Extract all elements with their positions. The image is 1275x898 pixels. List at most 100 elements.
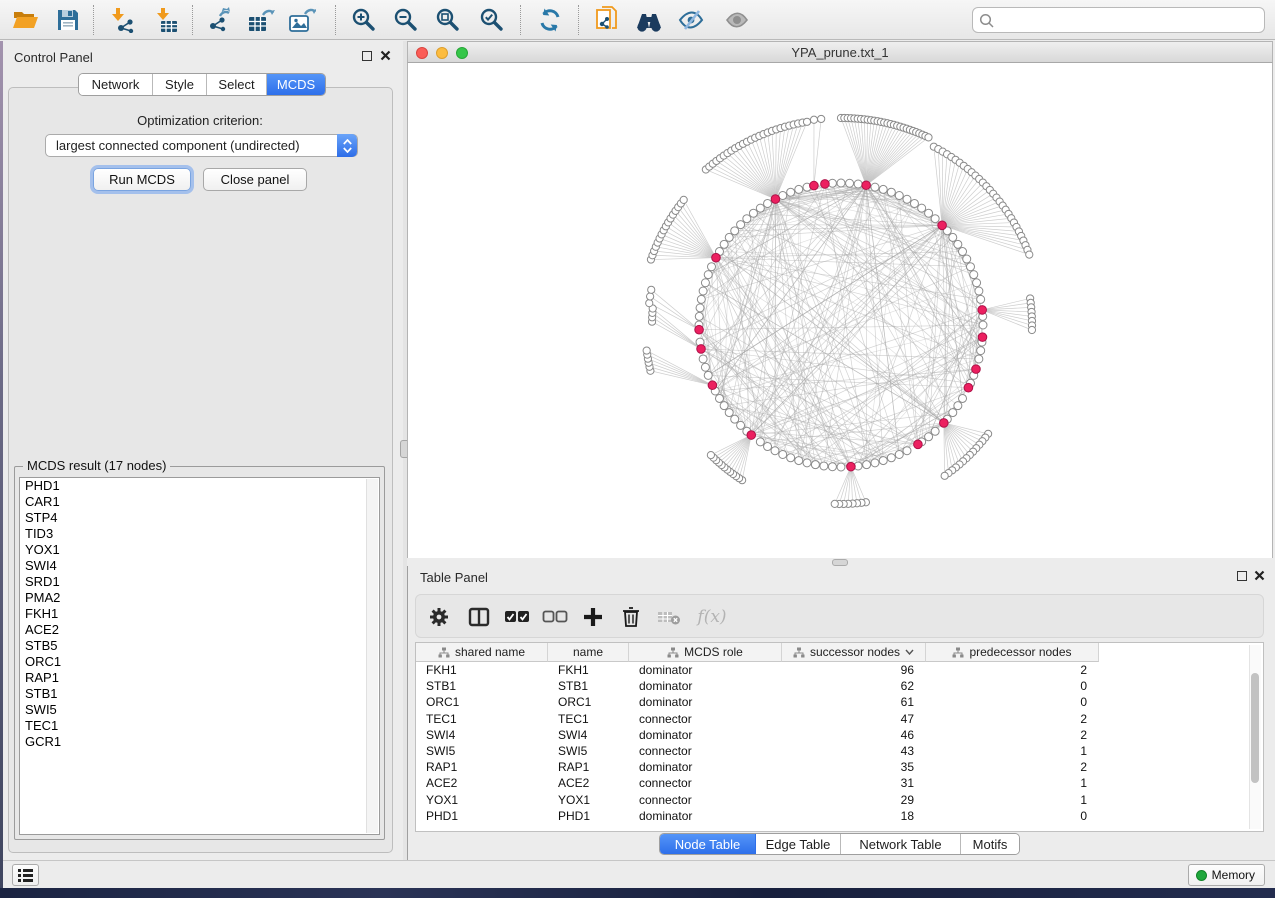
mcds-result-item[interactable]: SWI4 (20, 558, 379, 574)
mcds-result-item[interactable]: STB1 (20, 686, 379, 702)
zoom-out-button[interactable] (388, 4, 424, 36)
table-cell[interactable]: SWI4 (416, 727, 548, 743)
table-cell[interactable]: 1 (926, 792, 1099, 808)
table-cell[interactable]: ORC1 (548, 694, 629, 710)
table-cell[interactable]: 62 (782, 678, 926, 694)
table-row[interactable]: RAP1RAP1dominator352 (416, 759, 1099, 775)
export-image-button[interactable] (284, 4, 320, 36)
table-row[interactable]: SWI4SWI4dominator462 (416, 727, 1099, 743)
column-header-successor-nodes[interactable]: successor nodes (782, 643, 926, 662)
table-cell[interactable]: 35 (782, 759, 926, 775)
table-cell[interactable]: ORC1 (416, 694, 548, 710)
table-cell[interactable]: connector (629, 792, 782, 808)
mcds-result-item[interactable]: ACE2 (20, 622, 379, 638)
table-cell[interactable]: FKH1 (548, 662, 629, 678)
add-column-button[interactable] (578, 602, 608, 632)
tab-node-table[interactable]: Node Table (660, 834, 756, 854)
mcds-result-item[interactable]: GCR1 (20, 734, 379, 750)
horizontal-splitter-handle[interactable] (832, 559, 848, 566)
table-panel-close-icon[interactable] (1254, 570, 1265, 581)
export-table-button[interactable] (243, 4, 279, 36)
table-cell[interactable]: SWI4 (548, 727, 629, 743)
tab-network[interactable]: Network (79, 74, 153, 95)
table-cell[interactable]: 29 (782, 792, 926, 808)
mcds-result-item[interactable]: YOX1 (20, 542, 379, 558)
mcds-result-item[interactable]: ORC1 (20, 654, 379, 670)
table-cell[interactable]: PHD1 (416, 808, 548, 824)
table-cell[interactable]: 1 (926, 775, 1099, 791)
table-cell[interactable]: 43 (782, 743, 926, 759)
table-cell[interactable]: TEC1 (548, 711, 629, 727)
select-all-columns-button[interactable] (502, 602, 532, 632)
zoom-in-button[interactable] (346, 4, 382, 36)
table-cell[interactable]: STB1 (548, 678, 629, 694)
control-panel-float-button[interactable] (362, 51, 372, 61)
table-cell[interactable]: PHD1 (548, 808, 629, 824)
table-panel-float-button[interactable] (1237, 571, 1247, 581)
mcds-result-item[interactable]: TID3 (20, 526, 379, 542)
table-cell[interactable]: connector (629, 775, 782, 791)
tab-edge-table[interactable]: Edge Table (756, 834, 841, 854)
table-cell[interactable]: ACE2 (548, 775, 629, 791)
table-row[interactable]: SWI5SWI5connector431 (416, 743, 1099, 759)
table-cell[interactable]: dominator (629, 808, 782, 824)
table-cell[interactable]: 18 (782, 808, 926, 824)
column-header-shared-name[interactable]: shared name (416, 643, 548, 662)
mcds-result-item[interactable]: RAP1 (20, 670, 379, 686)
table-row[interactable]: YOX1YOX1connector291 (416, 792, 1099, 808)
column-header-name[interactable]: name (548, 643, 629, 662)
table-row[interactable]: ORC1ORC1dominator610 (416, 694, 1099, 710)
hide-annotations-button[interactable] (673, 4, 709, 36)
column-header-predecessor-nodes[interactable]: predecessor nodes (926, 643, 1099, 662)
table-cell[interactable]: 2 (926, 711, 1099, 727)
table-cell[interactable]: dominator (629, 694, 782, 710)
refresh-view-button[interactable] (532, 4, 568, 36)
table-cell[interactable]: YOX1 (548, 792, 629, 808)
table-row[interactable]: PHD1PHD1dominator180 (416, 808, 1099, 824)
import-table-button[interactable] (148, 4, 184, 36)
table-cell[interactable]: 2 (926, 759, 1099, 775)
table-cell[interactable]: FKH1 (416, 662, 548, 678)
mcds-result-item[interactable]: FKH1 (20, 606, 379, 622)
sort-chevron-icon[interactable] (905, 649, 914, 655)
table-cell[interactable]: YOX1 (416, 792, 548, 808)
mcds-result-item[interactable]: PHD1 (20, 478, 379, 494)
control-panel-close-icon[interactable] (380, 50, 391, 61)
table-cell[interactable]: dominator (629, 759, 782, 775)
table-cell[interactable]: 0 (926, 678, 1099, 694)
mcds-result-item[interactable]: TEC1 (20, 718, 379, 734)
open-file-button[interactable] (8, 4, 44, 36)
first-neighbors-button[interactable] (631, 4, 667, 36)
table-cell[interactable]: SWI5 (416, 743, 548, 759)
table-cell[interactable]: 2 (926, 727, 1099, 743)
task-history-button[interactable] (12, 864, 39, 886)
deselect-all-columns-button[interactable] (540, 602, 570, 632)
mcds-result-item[interactable]: PMA2 (20, 590, 379, 606)
save-session-button[interactable] (50, 4, 86, 36)
network-graph[interactable] (408, 63, 1272, 556)
tab-network-table[interactable]: Network Table (841, 834, 961, 854)
mcds-result-item[interactable]: STP4 (20, 510, 379, 526)
table-row[interactable]: FKH1FKH1dominator962 (416, 662, 1099, 678)
mcds-result-item[interactable]: STB5 (20, 638, 379, 654)
table-cell[interactable]: 96 (782, 662, 926, 678)
table-cell[interactable]: TEC1 (416, 711, 548, 727)
memory-button[interactable]: Memory (1188, 864, 1265, 886)
optimization-criterion-select[interactable]: largest connected component (undirected) (45, 134, 358, 157)
table-cell[interactable]: connector (629, 743, 782, 759)
delete-column-button[interactable] (616, 602, 646, 632)
table-options-button[interactable] (424, 602, 454, 632)
table-scrollbar[interactable] (1249, 645, 1261, 829)
tab-select[interactable]: Select (207, 74, 267, 95)
table-cell[interactable]: 1 (926, 743, 1099, 759)
tab-style[interactable]: Style (153, 74, 207, 95)
zoom-selected-button[interactable] (474, 4, 510, 36)
table-cell[interactable]: 47 (782, 711, 926, 727)
close-panel-button[interactable]: Close panel (203, 168, 307, 191)
export-network-button[interactable] (202, 4, 238, 36)
table-row[interactable]: TEC1TEC1connector472 (416, 711, 1099, 727)
table-cell[interactable]: 0 (926, 694, 1099, 710)
clone-network-button[interactable] (589, 4, 625, 36)
table-cell[interactable]: dominator (629, 727, 782, 743)
import-network-button[interactable] (104, 4, 140, 36)
